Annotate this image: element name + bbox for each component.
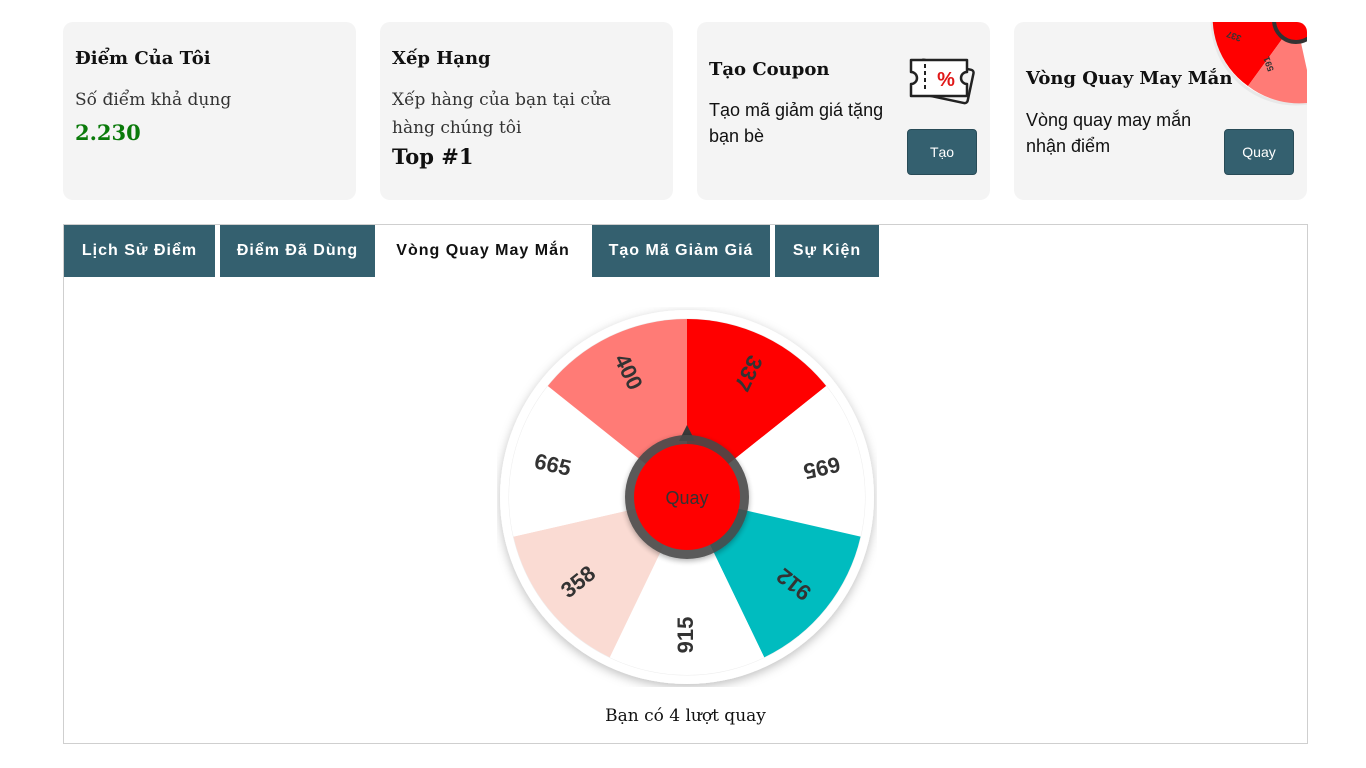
points-card-label: Số điểm khả dụng xyxy=(75,90,232,110)
spin-count-text: Bạn có 4 lượt quay xyxy=(605,706,766,726)
coupon-card: Tạo Coupon Tạo mã giảm giá tặng bạn bè %… xyxy=(697,22,990,200)
lucky-wheel[interactable]: 337695912915358665400 Quay xyxy=(497,307,877,687)
lucky-wheel-card-title: Vòng Quay May Mắn xyxy=(1026,68,1233,89)
tab-events[interactable]: Sự Kiện xyxy=(775,225,879,277)
points-card-title: Điểm Của Tôi xyxy=(75,48,211,69)
spin-center-label: Quay xyxy=(665,488,708,508)
wheel-segment-label: 915 xyxy=(673,617,698,654)
tab-lucky-wheel[interactable]: Vòng Quay May Mắn xyxy=(380,225,586,277)
ranking-card-label: Xếp hàng của bạn tại cửa hàng chúng tôi xyxy=(392,90,611,138)
tab-create-discount[interactable]: Tạo Mã Giảm Giá xyxy=(592,225,770,277)
lucky-wheel-card: 337 591 Vòng Quay May Mắn Vòng quay may … xyxy=(1014,22,1307,200)
tab-points-history[interactable]: Lịch Sử Điểm xyxy=(64,225,215,277)
ranking-card-title: Xếp Hạng xyxy=(392,48,491,69)
tab-used-points[interactable]: Điểm Đã Dùng xyxy=(220,225,375,277)
spin-card-button[interactable]: Quay xyxy=(1224,129,1294,175)
points-card: Điểm Của Tôi Số điểm khả dụng 2.230 xyxy=(63,22,356,200)
ranking-card: Xếp Hạng Xếp hàng của bạn tại cửa hàng c… xyxy=(380,22,673,200)
coupon-ticket-icon: % xyxy=(907,50,977,114)
points-value: 2.230 xyxy=(75,120,141,145)
lucky-wheel-card-label: Vòng quay may mắn nhận điểm xyxy=(1026,110,1192,156)
create-coupon-button[interactable]: Tạo xyxy=(907,129,977,175)
ranking-value: Top #1 xyxy=(392,144,474,169)
main-panel: Lịch Sử Điểm Điểm Đã Dùng Vòng Quay May … xyxy=(63,224,1308,744)
svg-text:%: % xyxy=(937,69,955,91)
mini-wheel-icon: 337 591 xyxy=(1206,22,1307,110)
coupon-card-title: Tạo Coupon xyxy=(709,59,830,80)
coupon-card-label: Tạo mã giảm giá tặng bạn bè xyxy=(709,100,884,146)
